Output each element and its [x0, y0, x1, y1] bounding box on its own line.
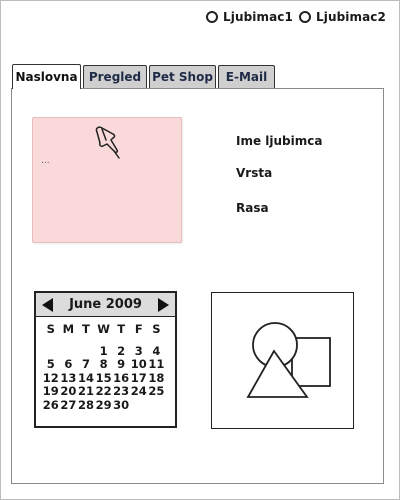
calendar-day[interactable]: 5: [42, 357, 60, 372]
calendar-day[interactable]: 10: [130, 357, 148, 372]
calendar-empty-cell: [148, 399, 166, 413]
tab-bar: Naslovna Pregled Pet Shop E-Mail: [12, 64, 277, 89]
tab-naslovna[interactable]: Naslovna: [12, 64, 81, 89]
calendar-empty-cell: [130, 399, 148, 413]
calendar-day[interactable]: 23: [112, 384, 130, 399]
weekday-label: S: [152, 322, 161, 336]
radio-label: Ljubimac1: [223, 10, 293, 24]
calendar-day[interactable]: 30: [112, 398, 130, 413]
pet-image-placeholder[interactable]: [211, 292, 354, 429]
calendar-day[interactable]: 13: [60, 371, 78, 386]
radio-ljubimac2[interactable]: Ljubimac2: [298, 10, 386, 24]
next-month-icon[interactable]: [158, 297, 169, 312]
weekday-label: F: [134, 322, 143, 336]
calendar-widget: June 2009 S M T W T F S 1 2 3 4 5 6 7 8 9 10 11 12 13 14 15 16…: [34, 291, 177, 428]
shapes-placeholder-icon: [246, 322, 331, 398]
weekday-label: T: [82, 322, 90, 336]
calendar-day[interactable]: 6: [60, 357, 78, 372]
radio-circle[interactable]: [298, 11, 311, 23]
sticky-note[interactable]: ...: [32, 117, 182, 243]
calendar-day[interactable]: 11: [148, 357, 166, 372]
radio-circle[interactable]: [206, 11, 218, 23]
calendar-day[interactable]: 14: [77, 371, 95, 386]
tab-e-mail[interactable]: E-Mail: [218, 65, 275, 88]
pet-breed-label: Rasa: [236, 201, 269, 215]
weekday-label: S: [46, 322, 55, 336]
pet-species-label: Vrsta: [236, 166, 273, 180]
calendar-day[interactable]: 29: [95, 398, 113, 413]
pushpin-icon: [93, 124, 125, 168]
radio-ljubimac1[interactable]: Ljubimac1: [206, 10, 293, 24]
calendar-header: June 2009: [36, 293, 175, 317]
calendar-day[interactable]: 4: [148, 344, 166, 359]
calendar-day[interactable]: 12: [42, 371, 60, 386]
calendar-day[interactable]: 20: [60, 384, 78, 399]
note-text: ...: [41, 156, 50, 166]
calendar-day[interactable]: 2: [112, 344, 130, 359]
previous-month-icon[interactable]: [42, 297, 53, 312]
calendar-empty-cell: [60, 345, 78, 359]
calendar-day[interactable]: 19: [42, 384, 60, 399]
weekday-label: M: [62, 322, 75, 336]
calendar-empty-cell: [42, 345, 60, 359]
calendar-grid: S M T W T F S 1 2 3 4 5 6 7 8 9 10 11 12 13 14 15 16 17 18 19 20 21…: [36, 317, 175, 412]
calendar-day[interactable]: 18: [148, 371, 166, 386]
calendar-month-title: June 2009: [69, 297, 142, 312]
calendar-day[interactable]: 17: [130, 371, 148, 386]
calendar-day[interactable]: 16: [112, 371, 130, 386]
tab-pet-shop[interactable]: Pet Shop: [149, 65, 216, 88]
radio-label: Ljubimac2: [315, 10, 386, 24]
calendar-day[interactable]: 28: [77, 398, 95, 413]
calendar-day[interactable]: 25: [148, 384, 166, 399]
calendar-day[interactable]: 27: [60, 398, 78, 413]
tab-pregled[interactable]: Pregled: [83, 65, 147, 88]
calendar-day[interactable]: 22: [95, 384, 113, 399]
weekday-label: W: [97, 322, 110, 336]
calendar-day[interactable]: 24: [130, 384, 148, 399]
calendar-day[interactable]: 26: [42, 398, 60, 413]
pet-selector: Ljubimac1 Ljubimac2: [206, 10, 386, 24]
calendar-day[interactable]: 7: [77, 357, 95, 372]
calendar-day[interactable]: 21: [77, 384, 95, 399]
calendar-day[interactable]: 3: [130, 344, 148, 359]
calendar-day[interactable]: 1: [95, 344, 113, 359]
calendar-empty-cell: [77, 345, 95, 359]
calendar-day[interactable]: 8: [95, 357, 113, 372]
calendar-day[interactable]: 15: [95, 371, 113, 386]
weekday-label: T: [117, 322, 126, 336]
pet-name-label: Ime ljubimca: [236, 134, 323, 148]
calendar-day[interactable]: 9: [112, 357, 130, 372]
